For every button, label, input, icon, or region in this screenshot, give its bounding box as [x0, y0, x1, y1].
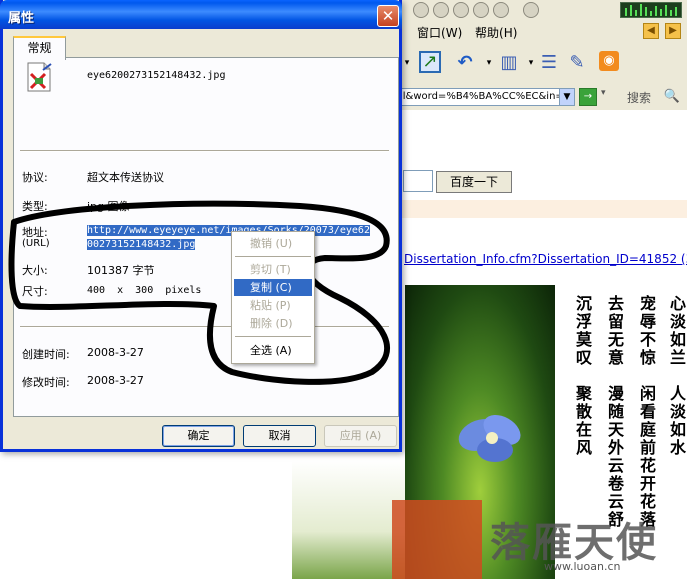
stop-icon[interactable]: [473, 2, 489, 18]
type-label: 类型:: [22, 200, 48, 213]
menu-item-paste[interactable]: 粘贴 (P): [234, 297, 312, 314]
toolbar-dropdown-icon[interactable]: ▾: [601, 88, 606, 98]
flower-icon: [458, 414, 521, 462]
result-link[interactable]: Dissertation_Info.cfm?Dissertation_ID=41…: [404, 250, 687, 267]
maximize-icon[interactable]: ↗: [419, 51, 441, 73]
browser-menu-bar: 窗口(W) 帮助(H) ◀ ▶: [395, 20, 687, 43]
created-label: 创建时间:: [22, 348, 70, 361]
nav-right-icon[interactable]: ▶: [665, 23, 681, 39]
poem-line: 去留无意: [605, 295, 624, 367]
watermark: www.luoan.cn: [544, 560, 621, 573]
cancel-button[interactable]: 取消: [243, 425, 316, 447]
menu-help[interactable]: 帮助(H): [475, 24, 517, 41]
poem-line: 闲看庭前花开花落: [637, 385, 656, 529]
dialog-titlebar[interactable]: 属性 ✕: [0, 0, 402, 29]
divider: [20, 326, 389, 328]
pause-icon[interactable]: [453, 2, 469, 18]
menu-separator: [235, 336, 311, 337]
url-value[interactable]: http://www.eyeyeye.net/images/Sorks/2007…: [87, 224, 373, 252]
address-sub-label: (URL): [22, 238, 50, 249]
next-icon[interactable]: [493, 2, 509, 18]
image-file-icon: [27, 62, 52, 92]
luoan-logo-icon: [392, 500, 482, 579]
poem-line: 漫随天外云卷云舒: [605, 385, 624, 529]
protocol-value: 超文本传送协议: [87, 171, 164, 184]
tab-general[interactable]: 常规: [13, 36, 66, 60]
address-dropdown-icon[interactable]: ▼: [559, 88, 575, 106]
poem-line: 心淡如兰: [667, 295, 686, 367]
nav-left-icon[interactable]: ◀: [643, 23, 659, 39]
modified-value: 2008-3-27: [87, 374, 144, 387]
poem-line: 人淡如水: [667, 385, 686, 457]
go-arrow-icon[interactable]: →: [579, 88, 597, 106]
list-icon[interactable]: ☰: [537, 51, 561, 75]
menu-separator: [235, 256, 311, 257]
audio-visualizer: [620, 2, 682, 18]
file-name: eye6200273152148432.jpg: [87, 70, 226, 81]
poem-line: 聚散在风: [573, 385, 592, 457]
undo-icon[interactable]: ↶: [453, 51, 477, 75]
menu-item-undo[interactable]: 撤销 (U): [234, 235, 312, 252]
created-value: 2008-3-27: [87, 346, 144, 359]
poem-line: 沉浮莫叹: [573, 295, 592, 367]
url-line: 00273152148432.jpg: [87, 239, 196, 250]
url-line: http://www.eyeyeye.net/images/Sorks/2007…: [87, 225, 370, 236]
address-input[interactable]: il&word=%B4%BA%CC%EC&in=1: [397, 88, 561, 106]
properties-dialog: 属性 ✕ 常规 eye6200273152148432.jpg 协议: 超文本传…: [0, 0, 402, 452]
size-label: 大小:: [22, 264, 48, 277]
dialog-title: 属性: [8, 11, 35, 26]
type-value: jpg 图像: [87, 200, 130, 213]
dimensions-value: 400 x 300 pixels: [87, 285, 202, 296]
menu-item-select-all[interactable]: 全选 (A): [234, 342, 312, 359]
modified-label: 修改时间:: [22, 376, 70, 389]
browser-toolbar: ▾ ↗ ↶ ▾ ▥ ▾ ☰ ✎ ◉: [395, 42, 687, 85]
rss-icon[interactable]: ◉: [599, 51, 619, 71]
close-button[interactable]: ✕: [377, 5, 399, 27]
poster-left-fade: [292, 460, 405, 579]
volume-icon[interactable]: [523, 2, 539, 18]
edit-icon[interactable]: ✎: [565, 51, 589, 75]
address-bar: il&word=%B4%BA%CC%EC&in=1 ▼ → ▾ 搜索 🔍: [395, 84, 687, 111]
search-label[interactable]: 搜索: [627, 89, 651, 106]
baidu-search-button[interactable]: 百度一下: [436, 171, 512, 193]
poem-line: 宠辱不惊: [637, 295, 656, 367]
divider: [20, 150, 389, 152]
menu-window[interactable]: 窗口(W): [417, 24, 462, 41]
menu-item-cut[interactable]: 剪切 (T): [234, 261, 312, 278]
ok-button[interactable]: 确定: [162, 425, 235, 447]
info-band: [395, 200, 687, 218]
menu-item-delete[interactable]: 删除 (D): [234, 315, 312, 332]
apply-button[interactable]: 应用 (A): [324, 425, 397, 447]
play-icon[interactable]: [433, 2, 449, 18]
protocol-label: 协议:: [22, 171, 48, 184]
size-value: 101387 字节: [87, 264, 155, 277]
context-menu: 撤销 (U) 剪切 (T) 复制 (C) 粘贴 (P) 删除 (D) 全选 (A…: [231, 231, 315, 364]
search-input[interactable]: [403, 170, 433, 192]
search-icon[interactable]: 🔍: [663, 88, 681, 106]
dimensions-label: 尺寸:: [22, 285, 48, 298]
columns-icon[interactable]: ▥: [497, 51, 521, 75]
media-button-icon[interactable]: [413, 2, 429, 18]
menu-item-copy[interactable]: 复制 (C): [234, 279, 312, 296]
